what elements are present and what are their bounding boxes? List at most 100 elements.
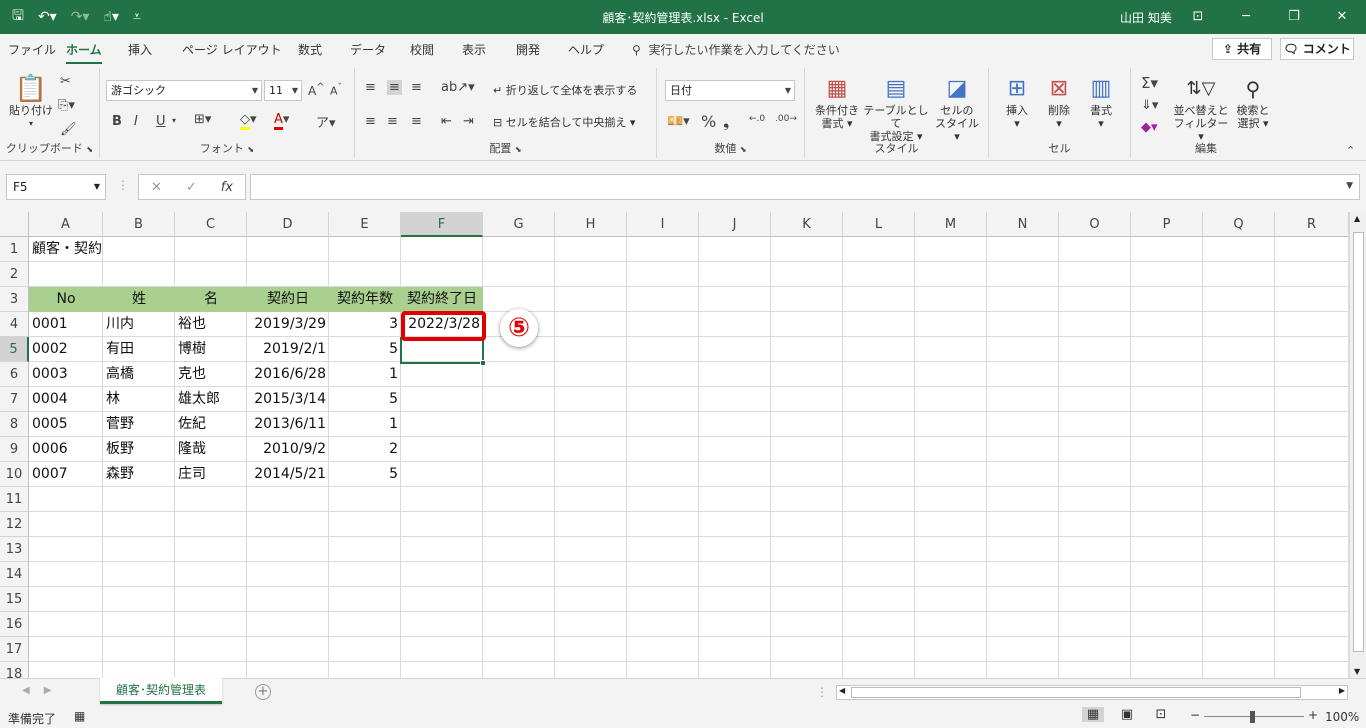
name-box[interactable]: F5 ▼ [6,174,106,200]
column-header-k[interactable]: K [771,212,843,237]
table-cell[interactable]: 3 [329,312,401,337]
table-cell[interactable]: 5 [329,337,401,362]
orientation-icon[interactable]: ab↗▾ [441,80,475,95]
table-cell[interactable]: 2010/9/2 [247,437,329,462]
sheet-tab-active[interactable]: 顧客･契約管理表 [100,678,222,704]
table-cell[interactable] [401,462,483,487]
tab-page-layout[interactable]: ページ レイアウト [182,41,282,58]
tab-view[interactable]: 表示 [462,41,486,58]
decrease-font-icon[interactable]: Aˇ [330,82,342,98]
table-header-cell[interactable]: 契約終了日 [401,287,483,312]
format-painter-icon[interactable]: 🖌 [60,122,77,137]
merge-center-button[interactable]: ⊟ セルを結合して中央揃え ▾ [493,116,635,129]
cell-styles-button[interactable]: ◪ セルの スタイル ▾ [931,74,983,143]
table-header-cell[interactable]: 姓 [103,287,175,312]
increase-font-icon[interactable]: A^ [308,82,325,98]
clear-icon[interactable]: ◆▾ [1141,120,1158,135]
row-header-9[interactable]: 9 [0,437,29,462]
column-header-p[interactable]: P [1131,212,1203,237]
table-cell[interactable]: 1 [329,362,401,387]
table-cell[interactable]: 菅野 [103,412,175,437]
table-cell[interactable]: 2013/6/11 [247,412,329,437]
table-header-cell[interactable]: 契約年数 [329,287,401,312]
restore-icon[interactable]: ❐ [1270,0,1318,34]
table-cell[interactable]: 庄司 [175,462,247,487]
table-cell[interactable]: 0006 [29,437,103,462]
table-cell[interactable]: 2016/6/28 [247,362,329,387]
macro-record-icon[interactable]: ▦ [74,709,85,723]
tab-insert[interactable]: 挿入 [128,41,152,58]
format-cells-button[interactable]: ▥ 書式 ▾ [1081,74,1121,130]
column-header-g[interactable]: G [483,212,555,237]
font-size-dropdown[interactable]: 11 ▼ [264,80,302,101]
page-layout-view-icon[interactable]: ▣ [1116,707,1138,722]
insert-function-icon[interactable]: fx [221,180,233,195]
column-header-n[interactable]: N [987,212,1059,237]
scroll-down-icon[interactable]: ▼ [1354,667,1360,676]
share-button[interactable]: ⇪ 共有 [1212,38,1272,60]
horizontal-scroll-thumb[interactable] [851,687,1301,698]
active-cell-selection[interactable] [400,337,484,364]
zoom-in-icon[interactable]: + [1308,708,1318,722]
format-as-table-button[interactable]: ▤ テーブルとして 書式設定 ▾ [863,74,929,143]
tab-review[interactable]: 校閲 [410,41,434,58]
row-header-7[interactable]: 7 [0,387,29,412]
table-header-cell[interactable]: No [29,287,103,312]
tab-developer[interactable]: 開発 [516,41,540,58]
table-cell[interactable]: 1 [329,412,401,437]
close-icon[interactable]: ✕ [1318,0,1366,34]
column-header-r[interactable]: R [1275,212,1349,237]
enter-icon[interactable]: ✓ [186,180,197,195]
column-header-h[interactable]: H [555,212,627,237]
font-name-dropdown[interactable]: 游ゴシック ▼ [106,80,262,101]
table-cell[interactable] [401,387,483,412]
row-header-3[interactable]: 3 [0,287,29,312]
table-cell[interactable]: 川内 [103,312,175,337]
user-name[interactable]: 山田 知美 [1120,9,1172,26]
expand-formula-icon[interactable]: ▼ [1346,181,1353,191]
vertical-scroll-thumb[interactable] [1353,232,1364,652]
column-header-i[interactable]: I [627,212,699,237]
table-cell[interactable]: 2019/2/1 [247,337,329,362]
tab-home[interactable]: ホーム [66,41,102,64]
tab-data[interactable]: データ [350,41,386,58]
table-cell[interactable] [401,362,483,387]
minimize-icon[interactable]: ─ [1222,0,1270,34]
wrap-text-button[interactable]: ↵ 折り返して全体を表示する [493,84,637,97]
table-cell[interactable]: 博樹 [175,337,247,362]
row-header-13[interactable]: 13 [0,537,29,562]
cancel-icon[interactable]: ✕ [151,180,162,195]
conditional-formatting-button[interactable]: ▦ 条件付き 書式 ▾ [811,74,863,130]
table-cell[interactable]: 2014/5/21 [247,462,329,487]
collapse-ribbon-icon[interactable]: ⌃ [1346,144,1355,157]
row-header-18[interactable]: 18 [0,662,29,678]
table-cell[interactable]: 0007 [29,462,103,487]
fill-icon[interactable]: ⇓▾ [1141,98,1158,113]
insert-cells-button[interactable]: ⊞ 挿入 ▾ [997,74,1037,130]
fill-handle[interactable] [480,360,486,366]
zoom-out-icon[interactable]: − [1190,708,1200,722]
table-cell[interactable]: 0001 [29,312,103,337]
underline-dropdown-icon[interactable]: ▾ [172,116,176,125]
column-header-d[interactable]: D [247,212,329,237]
tab-file[interactable]: ファイル [8,41,56,58]
table-cell[interactable]: 0005 [29,412,103,437]
row-header-12[interactable]: 12 [0,512,29,537]
select-all-corner[interactable] [0,212,29,237]
column-header-m[interactable]: M [915,212,987,237]
page-break-view-icon[interactable]: ⊡ [1150,707,1172,722]
row-header-5[interactable]: 5 [0,337,29,362]
table-cell[interactable]: 佐紀 [175,412,247,437]
copy-icon[interactable]: ⎘▾ [58,98,75,113]
table-cell[interactable]: 森野 [103,462,175,487]
sheet-title-cell[interactable]: 顧客・契約管理表 [29,237,103,262]
ribbon-display-icon[interactable]: ⊡ [1174,0,1222,34]
row-header-10[interactable]: 10 [0,462,29,487]
row-header-16[interactable]: 16 [0,612,29,637]
increase-decimal-icon[interactable]: ←.0 [749,114,765,124]
accounting-format-icon[interactable]: 💴▾ [667,114,690,129]
table-header-cell[interactable]: 名 [175,287,247,312]
table-cell[interactable]: 0004 [29,387,103,412]
row-header-15[interactable]: 15 [0,587,29,612]
table-cell[interactable]: 有田 [103,337,175,362]
